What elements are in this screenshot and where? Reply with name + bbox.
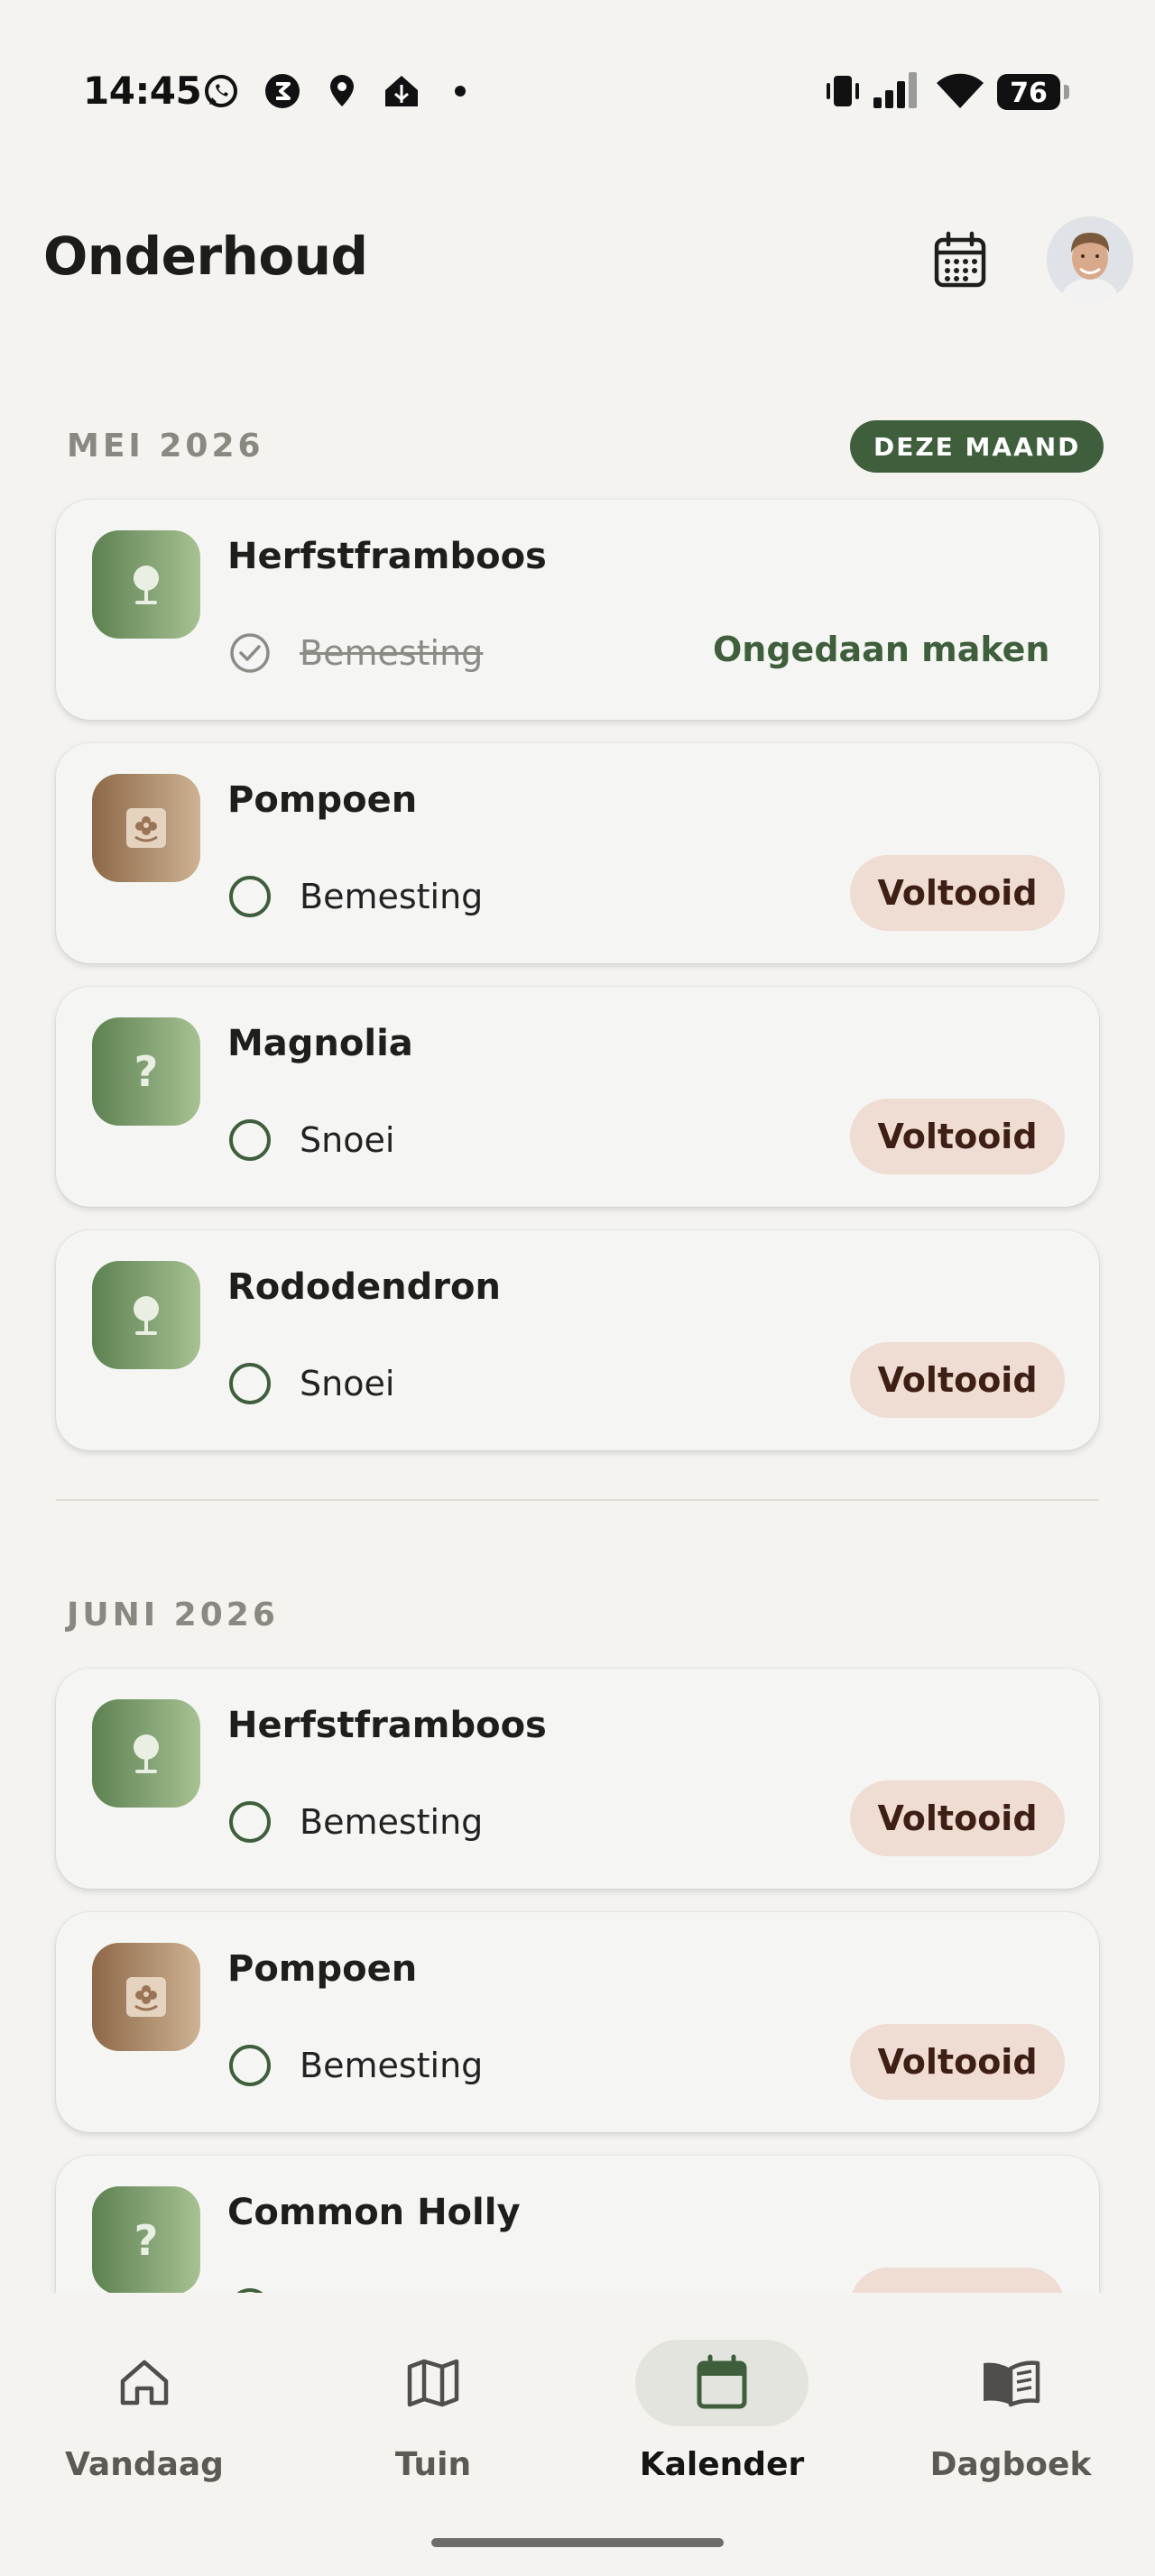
plant-name: Herfstframboos — [227, 536, 547, 577]
task-row: Bemesting — [229, 1799, 483, 1845]
task-checkbox[interactable] — [229, 1119, 271, 1161]
plant-name: Pompoen — [227, 1948, 418, 1990]
status-bar: 14:45 76 — [0, 0, 1155, 180]
task-card[interactable]: Herfstframboos Bemesting Voltooid — [56, 1669, 1099, 1889]
plant-name: Herfstframboos — [227, 1705, 547, 1746]
task-row: Bemesting — [229, 873, 483, 920]
task-checkbox[interactable] — [229, 876, 271, 917]
flower-icon — [126, 1977, 166, 2017]
task-label: Bemesting — [300, 877, 484, 916]
book-icon — [984, 2360, 1040, 2407]
current-month-badge: DEZE MAAND — [850, 420, 1104, 473]
map-icon — [407, 2359, 459, 2407]
month-label: MEI 2026 — [67, 428, 264, 465]
svg-text:?: ? — [134, 2217, 159, 2264]
plant-thumbnail — [92, 1699, 200, 1808]
nav-item-tuin[interactable]: Tuin — [289, 2340, 578, 2493]
plant-thumbnail — [92, 1943, 200, 2051]
task-label: Bemesting — [300, 1802, 484, 1842]
task-row: Snoei — [229, 1117, 394, 1164]
task-card[interactable]: Pompoen Bemesting Voltooid — [56, 1912, 1099, 2132]
plant-name: Common Holly — [227, 2192, 521, 2233]
complete-button[interactable]: Voltooid — [850, 855, 1065, 931]
vibrate-icon — [827, 76, 859, 106]
question-icon: ? — [134, 2217, 159, 2264]
nav-label: Vandaag — [65, 2446, 224, 2483]
task-card[interactable]: Rododendron Snoei Voltooid — [56, 1230, 1099, 1450]
section-header: JUNI 2026 — [0, 1589, 1155, 1643]
nav-item-kalender[interactable]: Kalender — [578, 2340, 866, 2493]
nav-item-dagboek[interactable]: Dagboek — [866, 2340, 1155, 2493]
plant-name: Pompoen — [227, 779, 418, 821]
check-circle-icon[interactable] — [229, 632, 271, 674]
tree-icon — [134, 1734, 159, 1773]
nav-label: Dagboek — [929, 2446, 1092, 2483]
plant-thumbnail — [92, 774, 200, 882]
home-icon — [120, 2360, 169, 2406]
calendar-button[interactable] — [922, 222, 998, 298]
avatar[interactable] — [1047, 216, 1133, 303]
task-row: Snoei — [229, 1360, 394, 1407]
task-row — [229, 2286, 271, 2293]
complete-button[interactable]: Voltooid — [850, 1342, 1065, 1418]
complete-button[interactable]: Voltooid — [850, 1099, 1065, 1174]
task-card[interactable]: ? Magnolia Snoei Voltooid — [56, 987, 1099, 1207]
plant-thumbnail: ? — [92, 1017, 200, 1126]
plant-thumbnail — [92, 530, 200, 639]
plant-name: Rododendron — [227, 1266, 501, 1308]
page-title: Onderhoud — [43, 225, 368, 287]
plant-name: Magnolia — [227, 1023, 413, 1064]
plant-thumbnail: ? — [92, 2186, 200, 2293]
section-header: MEI 2026 DEZE MAAND — [0, 420, 1155, 474]
undo-button[interactable]: Ongedaan maken — [713, 630, 1049, 669]
task-checkbox[interactable] — [229, 1801, 271, 1843]
battery-indicator: 76 — [997, 74, 1069, 110]
whatsapp-icon — [205, 75, 237, 107]
task-label: Bemesting — [300, 633, 484, 673]
task-label: Snoei — [300, 1120, 395, 1160]
home-indicator[interactable] — [431, 2538, 724, 2547]
task-card[interactable]: Pompoen Bemesting Voltooid — [56, 743, 1099, 963]
plant-thumbnail — [92, 1261, 200, 1369]
task-row: Bemesting — [229, 2042, 483, 2089]
question-icon: ? — [134, 1048, 159, 1095]
battery-level: 76 — [1010, 78, 1048, 109]
dot-icon — [455, 86, 466, 97]
tree-icon — [134, 566, 159, 604]
location-pin-icon — [330, 75, 354, 106]
nav-label: Tuin — [394, 2446, 472, 2483]
wifi-icon — [937, 73, 984, 108]
home-assistant-icon — [385, 76, 418, 106]
app-s-icon — [265, 74, 300, 108]
task-checkbox[interactable] — [229, 2045, 271, 2086]
nav-item-vandaag[interactable]: Vandaag — [0, 2340, 289, 2493]
month-label: JUNI 2026 — [67, 1596, 279, 1633]
task-card[interactable]: ? Common Holly — [56, 2156, 1099, 2293]
task-label: Bemesting — [300, 2046, 484, 2085]
complete-button[interactable] — [850, 2268, 1065, 2293]
tree-icon — [134, 1296, 159, 1335]
bottom-navigation: Vandaag Tuin Kalender Dagboek — [0, 2293, 1155, 2576]
task-row: Bemesting — [229, 630, 483, 676]
section-divider — [56, 1499, 1099, 1501]
complete-button[interactable]: Voltooid — [850, 1780, 1065, 1856]
complete-button[interactable]: Voltooid — [850, 2024, 1065, 2100]
svg-text:?: ? — [134, 1048, 159, 1095]
maintenance-list[interactable]: MEI 2026 DEZE MAAND Herfstframboos Bemes… — [0, 361, 1155, 2293]
task-label: Snoei — [300, 1364, 395, 1403]
nav-label: Kalender — [639, 2446, 805, 2483]
signal-icon — [873, 72, 917, 108]
flower-icon — [126, 808, 166, 848]
task-checkbox[interactable] — [229, 1363, 271, 1404]
avatar-photo — [1047, 216, 1133, 303]
calendar-icon — [934, 231, 986, 288]
status-time: 14:45 — [83, 69, 202, 113]
calendar-icon — [697, 2354, 747, 2409]
task-card[interactable]: Herfstframboos Bemesting Ongedaan maken — [56, 500, 1099, 720]
